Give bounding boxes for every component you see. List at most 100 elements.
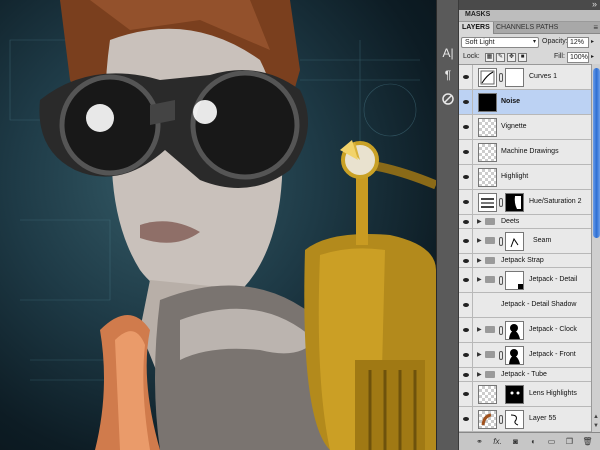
brush-preset-icon[interactable] bbox=[439, 90, 457, 108]
layer-mask-thumbnail[interactable] bbox=[505, 271, 524, 290]
add-mask-icon[interactable]: ◙ bbox=[509, 436, 522, 447]
blend-mode-select[interactable]: Soft Light ▾ bbox=[461, 37, 539, 48]
layer-mask-thumbnail[interactable] bbox=[505, 321, 524, 340]
layer-mask-thumbnail[interactable] bbox=[505, 385, 524, 404]
expand-triangle-icon[interactable]: ▶ bbox=[477, 237, 482, 244]
new-group-icon[interactable]: ▭ bbox=[545, 436, 558, 447]
visibility-eye-icon[interactable] bbox=[459, 368, 473, 381]
layer-name: Jetpack - Front bbox=[529, 351, 576, 358]
expand-triangle-icon[interactable]: ▶ bbox=[477, 326, 482, 333]
folder-icon bbox=[485, 217, 495, 225]
chain-link-icon[interactable] bbox=[499, 198, 503, 207]
chevron-right-icon[interactable]: ▸ bbox=[591, 38, 594, 47]
layer-row-curves-1[interactable]: Curves 1 bbox=[459, 65, 591, 90]
new-layer-icon[interactable]: ❐ bbox=[563, 436, 576, 447]
expand-triangle-icon[interactable]: ▶ bbox=[477, 218, 482, 225]
character-panel-icon[interactable]: A| bbox=[439, 44, 457, 62]
layer-row-jetpack-front[interactable]: ▶ Jetpack - Front bbox=[459, 343, 591, 368]
lock-all-icon[interactable]: ■ bbox=[518, 53, 527, 62]
layer-mask-thumbnail[interactable] bbox=[505, 346, 524, 365]
lock-transparency-icon[interactable]: ▦ bbox=[485, 53, 494, 62]
paragraph-panel-icon[interactable]: ¶ bbox=[439, 66, 457, 84]
chain-link-icon[interactable] bbox=[499, 415, 503, 424]
lock-position-icon[interactable]: ✥ bbox=[507, 53, 516, 62]
panel-menu-icon[interactable]: ≡ bbox=[593, 22, 598, 34]
visibility-eye-icon[interactable] bbox=[459, 140, 473, 164]
scrollbar-thumb[interactable] bbox=[593, 68, 600, 238]
visibility-eye-icon[interactable] bbox=[459, 268, 473, 292]
layer-group-deets[interactable]: ▶ Deets bbox=[459, 215, 591, 229]
layer-row-layer-55[interactable]: Layer 55 bbox=[459, 407, 591, 432]
layer-list-scrollbar[interactable]: ▲ ▼ bbox=[591, 64, 600, 432]
visibility-eye-icon[interactable] bbox=[459, 318, 473, 342]
fill-field[interactable]: 100% ▸ bbox=[567, 52, 594, 63]
layer-name: Jetpack - Tube bbox=[501, 370, 547, 378]
double-chevron-right-icon[interactable]: » bbox=[592, 0, 597, 9]
adjustment-layer-icon[interactable]: ◐ bbox=[527, 436, 540, 447]
visibility-eye-icon[interactable] bbox=[459, 115, 473, 139]
layers-bottom-toolbar: ⚭ fx. ◙ ◐ ▭ ❐ 🗑 bbox=[459, 432, 600, 450]
opacity-value: 12% bbox=[570, 39, 585, 46]
masks-bar[interactable]: MASKS bbox=[459, 10, 600, 22]
layer-name: Vignette bbox=[501, 123, 527, 130]
lock-pixels-icon[interactable]: ✎ bbox=[496, 53, 505, 62]
layer-row-jetpack-detail[interactable]: ▶ Jetpack - Detail bbox=[459, 268, 591, 293]
layer-row-jetpack-clock[interactable]: ▶ Jetpack - Clock bbox=[459, 318, 591, 343]
artwork bbox=[9, 0, 436, 450]
layer-mask-thumbnail[interactable] bbox=[505, 410, 524, 429]
chain-link-icon[interactable] bbox=[499, 73, 503, 82]
hue-saturation-icon bbox=[478, 193, 497, 212]
visibility-eye-icon[interactable] bbox=[459, 293, 473, 317]
expand-triangle-icon[interactable]: ▶ bbox=[477, 371, 482, 378]
layer-mask-thumbnail[interactable] bbox=[505, 232, 524, 251]
visibility-eye-icon[interactable] bbox=[459, 215, 473, 228]
document-canvas[interactable] bbox=[0, 0, 436, 450]
scroll-up-arrow-icon[interactable]: ▲ bbox=[593, 414, 600, 421]
layer-row-jetpack-detail-shadow[interactable]: Jetpack - Detail Shadow bbox=[459, 293, 591, 318]
layer-name: Highlight bbox=[501, 173, 529, 180]
layer-row-machine-drawings[interactable]: Machine Drawings bbox=[459, 140, 591, 165]
layers-panel: » MASKS LAYERS CHANNELS PATHS ≡ Soft Lig… bbox=[458, 0, 600, 450]
layer-group-jetpack-tube[interactable]: ▶ Jetpack - Tube bbox=[459, 368, 591, 382]
layer-name: Hue/Saturation 2 bbox=[529, 198, 582, 205]
visibility-eye-icon[interactable] bbox=[459, 165, 473, 189]
layer-row-noise[interactable]: Noise bbox=[459, 90, 591, 115]
visibility-eye-icon[interactable] bbox=[459, 343, 473, 367]
visibility-eye-icon[interactable] bbox=[459, 65, 473, 89]
link-layers-icon[interactable]: ⚭ bbox=[473, 436, 486, 447]
opacity-field[interactable]: 12% ▸ bbox=[567, 37, 594, 48]
lock-label: Lock: bbox=[463, 53, 480, 60]
layer-row-highlight[interactable]: Highlight bbox=[459, 165, 591, 190]
visibility-eye-icon[interactable] bbox=[459, 407, 473, 431]
layer-mask-thumbnail[interactable] bbox=[505, 68, 524, 87]
chain-link-icon[interactable] bbox=[499, 276, 503, 285]
tab-channels[interactable]: CHANNELS bbox=[493, 22, 537, 34]
visibility-eye-icon[interactable] bbox=[459, 90, 473, 114]
layer-row-hue-saturation-2[interactable]: Hue/Saturation 2 bbox=[459, 190, 591, 215]
chain-link-icon[interactable] bbox=[499, 237, 503, 246]
visibility-eye-icon[interactable] bbox=[459, 382, 473, 406]
layer-mask-thumbnail[interactable] bbox=[505, 193, 524, 212]
expand-triangle-icon[interactable]: ▶ bbox=[477, 276, 482, 283]
scroll-down-arrow-icon[interactable]: ▼ bbox=[593, 423, 600, 430]
chevron-right-icon[interactable]: ▸ bbox=[591, 53, 594, 62]
layer-thumbnail bbox=[478, 385, 497, 404]
visibility-eye-icon[interactable] bbox=[459, 190, 473, 214]
layer-group-jetpack-strap[interactable]: ▶ Jetpack Strap bbox=[459, 254, 591, 268]
tab-layers[interactable]: LAYERS bbox=[459, 22, 494, 34]
chain-link-icon[interactable] bbox=[499, 351, 503, 360]
visibility-eye-icon[interactable] bbox=[459, 254, 473, 267]
trash-icon[interactable]: 🗑 bbox=[581, 436, 594, 447]
tab-paths[interactable]: PATHS bbox=[533, 22, 561, 34]
visibility-eye-icon[interactable] bbox=[459, 229, 473, 253]
layer-row-lens-highlights[interactable]: Lens Highlights bbox=[459, 382, 591, 407]
layer-row-seam[interactable]: ▶ Seam bbox=[459, 229, 591, 254]
expand-triangle-icon[interactable]: ▶ bbox=[477, 257, 482, 264]
fx-icon[interactable]: fx. bbox=[491, 436, 504, 447]
folder-icon bbox=[485, 370, 495, 378]
expand-triangle-icon[interactable]: ▶ bbox=[477, 351, 482, 358]
blend-opacity-row: Soft Light ▾ Opacity: 12% ▸ bbox=[459, 35, 600, 49]
layer-row-vignette[interactable]: Vignette bbox=[459, 115, 591, 140]
chain-link-icon[interactable] bbox=[499, 326, 503, 335]
layer-name: Machine Drawings bbox=[501, 148, 559, 155]
